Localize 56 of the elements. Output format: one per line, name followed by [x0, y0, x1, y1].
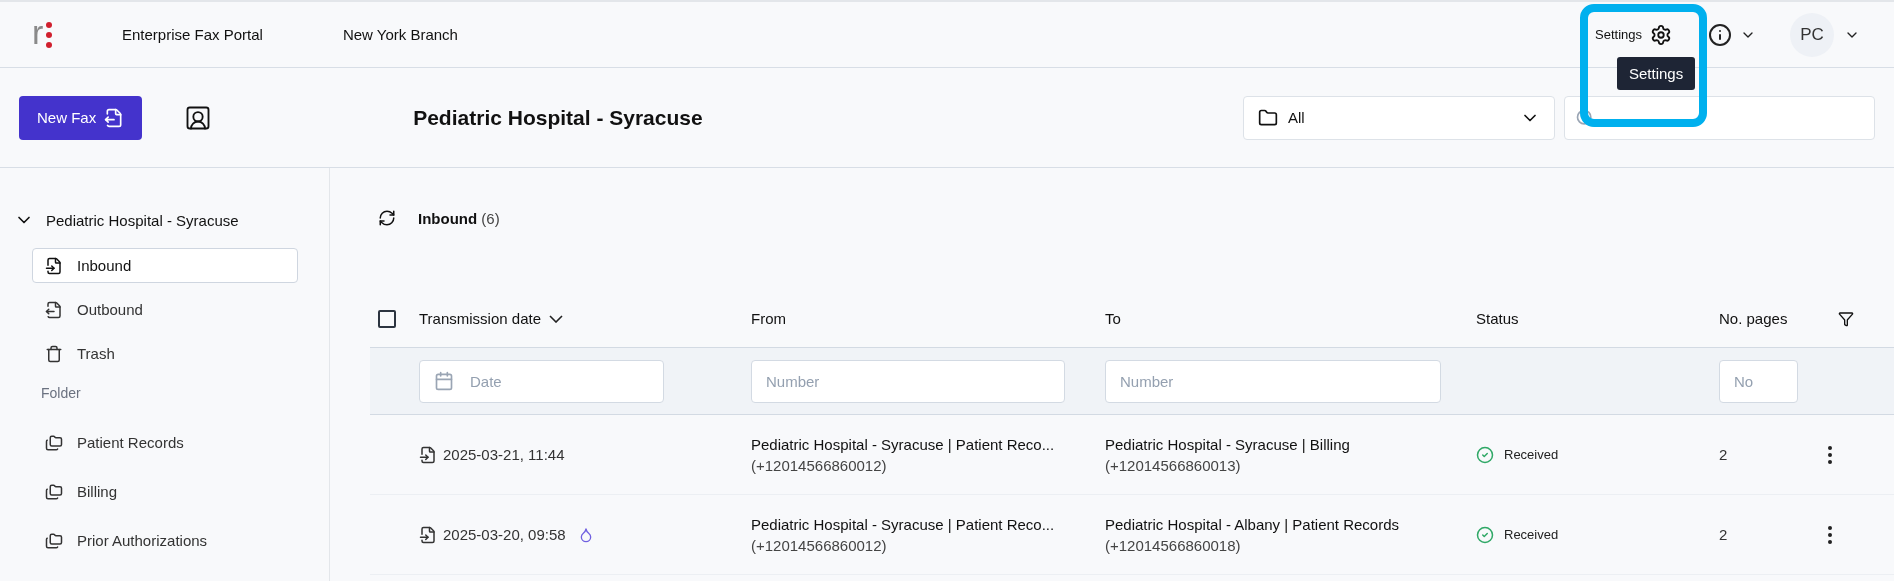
outbox-icon	[45, 300, 63, 319]
pages-cell-text: 2	[1719, 446, 1729, 463]
filter-icon[interactable]	[1838, 310, 1854, 327]
date-cell: 2025-03-21, 11:44	[419, 445, 751, 464]
column-header: To	[1105, 310, 1122, 327]
column-header[interactable]: Transmission date	[419, 310, 751, 327]
settings-icon	[1650, 23, 1672, 46]
folder-dropdown[interactable]: All	[1243, 95, 1555, 140]
logo-letter: r	[32, 14, 44, 49]
logo-dots-icon	[46, 21, 53, 48]
folder-heading: Folder	[41, 385, 82, 401]
folder-item[interactable]: Prior Authorizations	[32, 523, 298, 558]
folder-item[interactable]: Patient Records	[32, 425, 298, 460]
calendar-icon	[434, 371, 454, 391]
settings-button[interactable]: Settings	[1595, 23, 1672, 46]
list-title: Inbound (6)	[418, 209, 500, 227]
sender-cell-text: Pediatric Hospital - Syracuse | Patient Reco... (+12014566860012)	[751, 515, 1056, 554]
pages-cell-text: 2	[1719, 526, 1729, 543]
sidebar-item[interactable]: Trash	[32, 336, 298, 371]
column-header: No. pages	[1719, 310, 1789, 327]
date-cell: 2025-03-20, 09:58	[419, 525, 751, 544]
trash-icon	[45, 344, 63, 363]
sidebar-item[interactable]: Inbound	[32, 248, 298, 283]
select-all-checkbox[interactable]	[378, 309, 396, 328]
info-icon	[1708, 22, 1732, 47]
check-circle-icon	[1476, 525, 1494, 544]
more-icon	[1828, 525, 1832, 544]
chevron-down-icon	[549, 314, 563, 323]
inbox-icon	[419, 525, 437, 544]
column-header: From	[751, 310, 787, 327]
inbox-icon	[45, 256, 63, 275]
send-document-icon	[104, 107, 125, 128]
branch-name: New York Branch	[342, 26, 458, 43]
user-avatar[interactable]: PC	[1790, 12, 1834, 57]
status-label: Received	[1476, 525, 1719, 544]
column-header: Status	[1476, 310, 1520, 327]
page-title: Pediatric Hospital - Syracuse	[413, 105, 703, 130]
account-tree-node[interactable]: Pediatric Hospital - Syracuse	[14, 210, 239, 230]
settings-tooltip: Settings	[1617, 57, 1696, 90]
status-label: Received	[1476, 445, 1719, 464]
folder-item[interactable]: Billing	[32, 474, 298, 509]
refresh-icon[interactable]	[378, 209, 396, 227]
recipient-cell-text: Pediatric Hospital - Syracuse | Billing (+12014566860013)	[1105, 435, 1351, 474]
folders-icon	[45, 482, 63, 501]
search-field[interactable]	[1564, 95, 1875, 140]
recipient-cell-text: Pediatric Hospital - Albany | Patient Records (+12014566860018)	[1105, 515, 1401, 554]
folders-icon	[45, 531, 63, 550]
inbox-icon	[419, 445, 437, 464]
app-title: Enterprise Fax Portal	[122, 26, 263, 43]
folder-icon	[1258, 107, 1278, 128]
more-icon	[1828, 445, 1832, 464]
sidebar-item[interactable]: Outbound	[32, 292, 298, 327]
check-circle-icon	[1476, 445, 1494, 464]
new-fax-button[interactable]: New Fax	[19, 95, 143, 140]
folders-icon	[45, 433, 63, 452]
sender-cell-text: Pediatric Hospital - Syracuse | Patient Reco... (+12014566860012)	[751, 435, 1056, 474]
